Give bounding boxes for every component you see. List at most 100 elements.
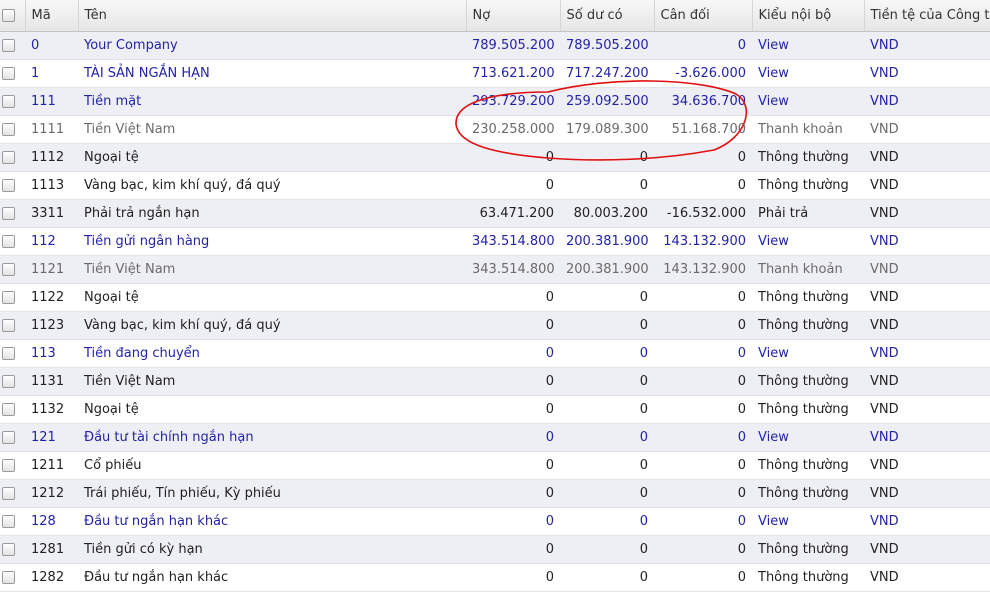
column-header-internal-type[interactable]: Kiểu nội bộ xyxy=(752,0,865,32)
internal-type-cell[interactable]: View xyxy=(752,59,864,88)
debit-cell: 789.505.200 xyxy=(466,31,560,60)
row-checkbox[interactable] xyxy=(2,290,15,304)
currency-cell: VND xyxy=(864,339,990,368)
currency-cell: VND xyxy=(864,255,990,284)
row-checkbox[interactable] xyxy=(2,486,15,500)
row-select-cell[interactable] xyxy=(0,507,25,536)
row-checkbox[interactable] xyxy=(2,38,15,52)
name-cell: Ngoại tệ xyxy=(78,283,466,312)
credit-cell: 80.003.200 xyxy=(560,199,654,228)
row-select-cell[interactable] xyxy=(0,451,25,480)
internal-type-cell[interactable]: View xyxy=(752,31,864,60)
row-select-cell[interactable] xyxy=(0,227,25,256)
row-checkbox[interactable] xyxy=(2,262,15,276)
internal-type-cell[interactable]: View xyxy=(752,423,864,452)
row-checkbox[interactable] xyxy=(2,234,15,248)
row-checkbox[interactable] xyxy=(2,430,15,444)
row-select-cell[interactable] xyxy=(0,31,25,60)
name-cell[interactable]: Đầu tư tài chính ngắn hạn xyxy=(78,423,466,452)
table-row[interactable]: 1131 Tiền Việt Nam 0 0 0 Thông thường VND xyxy=(0,367,990,396)
name-cell[interactable]: Tiền gửi ngân hàng xyxy=(78,227,466,256)
row-select-cell[interactable] xyxy=(0,115,25,144)
table-row[interactable]: 1 TÀI SẢN NGẮN HẠN 713.621.200 717.247.200-… xyxy=(0,59,990,88)
table-row[interactable]: 121 Đầu tư tài chính ngắn hạn 0 0 0 View VND xyxy=(0,423,990,452)
table-row[interactable]: 1112 Ngoại tệ 0 0 0 Thông thường VND xyxy=(0,143,990,172)
internal-type-cell[interactable]: View xyxy=(752,87,864,116)
name-cell[interactable]: Tiền đang chuyển xyxy=(78,339,466,368)
internal-type-cell[interactable]: View xyxy=(752,507,864,536)
table-row[interactable]: 1123 Vàng bạc, kim khí quý, đá quý 0 0 0 Thôn… xyxy=(0,311,990,340)
row-select-cell[interactable] xyxy=(0,59,25,88)
table-row[interactable]: 112 Tiền gửi ngân hàng 343.514.800 200.381.… xyxy=(0,227,990,256)
row-checkbox[interactable] xyxy=(2,514,15,528)
table-row[interactable]: 1121 Tiền Việt Nam 343.514.800 200.381.900 1… xyxy=(0,255,990,284)
row-select-cell[interactable] xyxy=(0,283,25,312)
table-row[interactable]: 1111 Tiền Việt Nam 230.258.000 179.089.300 5… xyxy=(0,115,990,144)
row-checkbox[interactable] xyxy=(2,570,15,584)
currency-cell: VND xyxy=(864,227,990,256)
internal-type-cell[interactable]: View xyxy=(752,227,864,256)
row-select-cell[interactable] xyxy=(0,535,25,564)
row-select-cell[interactable] xyxy=(0,479,25,508)
row-checkbox[interactable] xyxy=(2,458,15,472)
row-checkbox[interactable] xyxy=(2,346,15,360)
column-header-debit[interactable]: Nợ xyxy=(466,0,561,32)
column-header-credit[interactable]: Số dư có xyxy=(560,0,655,32)
row-checkbox[interactable] xyxy=(2,66,15,80)
name-cell[interactable]: TÀI SẢN NGẮN HẠN xyxy=(78,59,466,88)
row-select-cell[interactable] xyxy=(0,339,25,368)
row-select-cell[interactable] xyxy=(0,423,25,452)
balance-cell: 143.132.900 xyxy=(654,227,752,256)
name-cell[interactable]: Your Company xyxy=(78,31,466,60)
table-row[interactable]: 1281 Tiền gửi có kỳ hạn 0 0 0 Thông thường VND xyxy=(0,535,990,564)
row-checkbox[interactable] xyxy=(2,542,15,556)
table-row[interactable]: 1122 Ngoại tệ 0 0 0 Thông thường VND xyxy=(0,283,990,312)
select-all-checkbox[interactable] xyxy=(2,8,15,22)
table-row[interactable]: 113 Tiền đang chuyển 0 0 0 View VND xyxy=(0,339,990,368)
accounts-table: Mã Tên Nợ Số dư có Cân đối Kiểu nội bộ T… xyxy=(0,0,990,592)
row-checkbox[interactable] xyxy=(2,402,15,416)
row-select-cell[interactable] xyxy=(0,143,25,172)
row-select-cell[interactable] xyxy=(0,367,25,396)
row-select-cell[interactable] xyxy=(0,311,25,340)
column-header-name[interactable]: Tên xyxy=(78,0,467,32)
row-select-cell[interactable] xyxy=(0,395,25,424)
internal-type-cell[interactable]: View xyxy=(752,339,864,368)
table-row[interactable]: 0 Your Company 789.505.200 789.505.200 0 View… xyxy=(0,31,990,60)
debit-cell: 0 xyxy=(466,339,560,368)
table-row[interactable]: 1212 Trái phiếu, Tín phiếu, Kỳ phiếu 0 0 0 Th… xyxy=(0,479,990,508)
debit-cell: 0 xyxy=(466,283,560,312)
debit-cell: 343.514.800 xyxy=(466,227,560,256)
internal-type-cell: Thông thường xyxy=(752,143,864,172)
name-cell[interactable]: Đầu tư ngắn hạn khác xyxy=(78,507,466,536)
row-select-cell[interactable] xyxy=(0,255,25,284)
row-checkbox[interactable] xyxy=(2,318,15,332)
column-header-company-currency[interactable]: Tiền tệ của Công ty xyxy=(864,0,990,32)
row-checkbox[interactable] xyxy=(2,94,15,108)
select-all-header[interactable] xyxy=(0,0,26,32)
currency-cell: VND xyxy=(864,451,990,480)
row-select-cell[interactable] xyxy=(0,87,25,116)
column-header-code[interactable]: Mã xyxy=(25,0,79,32)
credit-cell: 0 xyxy=(560,395,654,424)
row-checkbox[interactable] xyxy=(2,178,15,192)
balance-cell: 0 xyxy=(654,311,752,340)
row-checkbox[interactable] xyxy=(2,122,15,136)
row-select-cell[interactable] xyxy=(0,171,25,200)
table-row[interactable]: 1132 Ngoại tệ 0 0 0 Thông thường VND xyxy=(0,395,990,424)
column-header-balance[interactable]: Cân đối xyxy=(654,0,753,32)
row-checkbox[interactable] xyxy=(2,150,15,164)
row-checkbox[interactable] xyxy=(2,206,15,220)
name-cell: Vàng bạc, kim khí quý, đá quý xyxy=(78,171,466,200)
debit-cell: 0 xyxy=(466,171,560,200)
currency-cell: VND xyxy=(864,59,990,88)
table-row[interactable]: 3311 Phải trả ngắn hạn 63.471.200 80.003.20… xyxy=(0,199,990,228)
row-select-cell[interactable] xyxy=(0,199,25,228)
balance-cell: 0 xyxy=(654,507,752,536)
name-cell[interactable]: Tiền mặt xyxy=(78,87,466,116)
row-checkbox[interactable] xyxy=(2,374,15,388)
table-row[interactable]: 1113 Vàng bạc, kim khí quý, đá quý 0 0 0 Thôn… xyxy=(0,171,990,200)
table-row[interactable]: 128 Đầu tư ngắn hạn khác 0 0 0 View VND xyxy=(0,507,990,536)
table-row[interactable]: 111 Tiền mặt 293.729.200 259.092.500 34.636.… xyxy=(0,87,990,116)
table-row[interactable]: 1211 Cổ phiếu 0 0 0 Thông thường VND xyxy=(0,451,990,480)
